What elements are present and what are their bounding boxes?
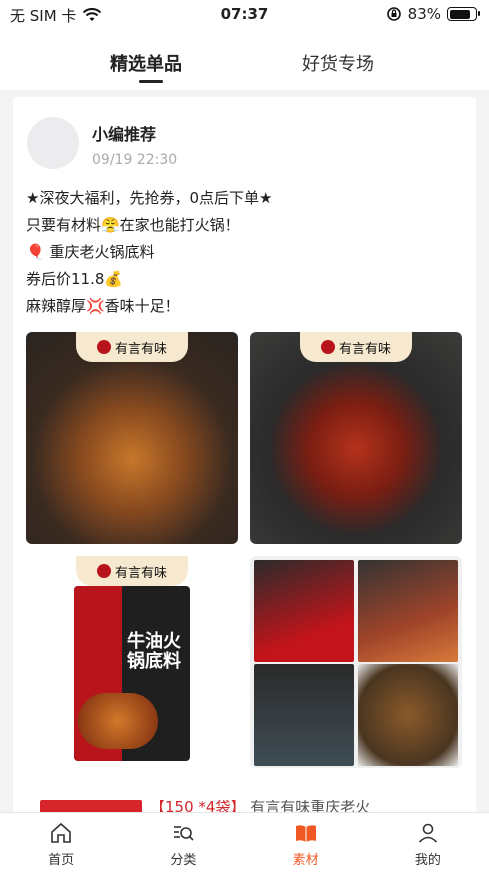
collage-photo xyxy=(358,664,458,766)
battery-icon xyxy=(447,7,480,21)
nav-material[interactable]: 素材 xyxy=(245,813,367,875)
post-line: 券后价11.8💰 xyxy=(26,270,124,288)
brand-logo-icon xyxy=(96,340,111,354)
post-line: 只要有材料😤在家也能打火锅！ xyxy=(26,216,240,234)
nav-home[interactable]: 首页 xyxy=(0,813,122,875)
rotation-lock-icon xyxy=(386,7,401,21)
avatar[interactable] xyxy=(27,117,79,169)
home-icon xyxy=(51,822,71,843)
brand-badge: 有言有味 xyxy=(76,556,188,586)
brand-badge-text: 有言有味 xyxy=(114,565,167,581)
nav-category[interactable]: 分类 xyxy=(122,813,244,875)
battery-percent: 83% xyxy=(407,5,441,23)
product-image-package[interactable]: 有言有味 牛油火锅底料 xyxy=(26,556,238,768)
post-text[interactable]: ★深夜大福利，先抢券，0点后下单★ 只要有材料😤在家也能打火锅！ 🎈 重庆老火锅… xyxy=(26,185,466,320)
status-bar: 无 SIM 卡 07:37 83% xyxy=(0,0,489,30)
post-line: 麻辣醇厚💢香味十足！ xyxy=(26,297,180,315)
nav-profile-label: 我的 xyxy=(414,853,441,868)
nav-category-label: 分类 xyxy=(170,853,197,868)
battery-fill xyxy=(449,9,471,19)
post-line: ★深夜大福利，先抢券，0点后下单★ xyxy=(26,189,273,207)
brand-badge-text: 有言有味 xyxy=(338,341,391,357)
product-image-collage[interactable] xyxy=(250,556,462,768)
tab-featured-items[interactable]: 精选单品 xyxy=(110,50,182,76)
brand-logo-icon xyxy=(96,564,111,578)
tab-active-indicator xyxy=(139,80,163,83)
package-illustration: 牛油火锅底料 xyxy=(74,586,190,761)
post-author: 小编推荐 xyxy=(92,125,157,144)
top-tabs: 精选单品 好货专场 xyxy=(0,30,489,90)
nav-home-label: 首页 xyxy=(48,853,75,868)
profile-icon xyxy=(418,823,437,843)
collage-photo xyxy=(358,560,458,662)
material-book-icon xyxy=(295,825,316,842)
tab-good-deals[interactable]: 好货专场 xyxy=(302,50,374,76)
post-card[interactable]: 小编推荐 09/19 22:30 ★深夜大福利，先抢券，0点后下单★ 只要有材料… xyxy=(13,97,476,817)
post-line: 🎈 重庆老火锅底料 xyxy=(26,243,155,261)
nav-profile[interactable]: 我的 xyxy=(367,813,489,875)
brand-badge-text: 有言有味 xyxy=(114,341,167,357)
brand-badge: 有言有味 xyxy=(76,332,188,362)
collage-photo xyxy=(254,664,354,766)
nav-material-label: 素材 xyxy=(292,853,319,868)
product-image-hotpot-pot[interactable]: 有言有味 xyxy=(250,332,462,544)
brand-badge: 有言有味 xyxy=(300,332,412,362)
collage-photo xyxy=(254,560,354,662)
package-food-photo xyxy=(78,693,158,749)
post-time: 09/19 22:30 xyxy=(92,152,178,168)
brand-logo-icon xyxy=(320,340,335,354)
category-search-icon xyxy=(174,826,194,841)
package-title: 牛油火锅底料 xyxy=(127,631,181,672)
product-image-hotpot-block[interactable]: 有言有味 xyxy=(26,332,238,544)
bottom-nav: 首页 分类 素材 我的 xyxy=(0,812,489,875)
status-right: 83% xyxy=(386,5,480,23)
